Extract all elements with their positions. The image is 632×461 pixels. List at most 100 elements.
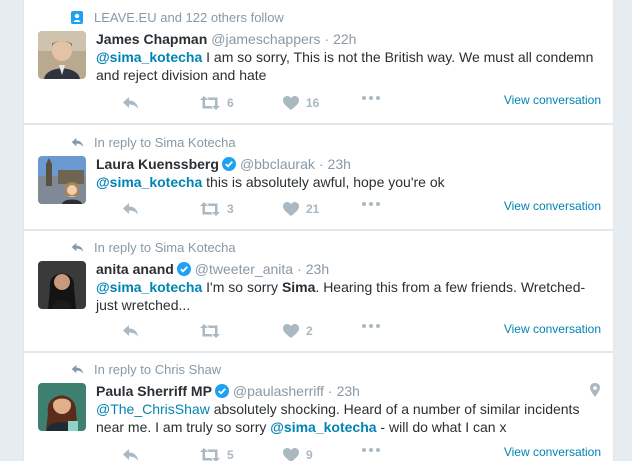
tweet-context-text: In reply to Sima Kotecha <box>94 240 236 255</box>
like-button[interactable]: 16 <box>283 96 319 110</box>
view-conversation-link[interactable]: View conversation <box>504 322 601 336</box>
tweet-timestamp[interactable]: 23h <box>328 156 351 172</box>
mention-link[interactable]: @sima_kotecha <box>96 174 202 190</box>
reply-icon <box>123 97 138 109</box>
verified-badge-icon <box>214 384 229 398</box>
reply-icon <box>123 449 138 461</box>
more-dots-icon <box>362 324 380 328</box>
separator-dot: · <box>327 383 333 399</box>
tweet-timestamp[interactable]: 23h <box>337 383 360 399</box>
more-dots-icon <box>362 448 380 452</box>
retweet-button[interactable] <box>200 324 227 338</box>
avatar[interactable] <box>38 261 86 309</box>
tweet-header: Paula Sherriff MP @paulasherriff · 23h <box>96 383 360 399</box>
tweet-text: @sima_kotecha I am so sorry, This is not… <box>96 48 606 84</box>
separator-dot: · <box>318 156 324 172</box>
more-button[interactable] <box>362 448 380 452</box>
heart-icon <box>283 448 299 461</box>
tweet-context-text: In reply to Sima Kotecha <box>94 135 236 150</box>
person-icon <box>70 11 84 25</box>
retweet-icon <box>200 324 220 338</box>
tweet-text-body: I'm so sorry <box>202 279 282 295</box>
author-handle[interactable]: @jameschappers <box>211 31 320 47</box>
reply-button[interactable] <box>122 324 139 338</box>
tweet-context: In reply to Sima Kotecha <box>71 135 236 150</box>
author-name[interactable]: anita anand <box>96 261 174 277</box>
view-conversation-link[interactable]: View conversation <box>504 199 601 213</box>
tweet-text: @sima_kotecha this is absolutely awful, … <box>96 173 606 191</box>
heart-icon <box>283 324 299 338</box>
tweet-actions: 2 <box>96 324 546 342</box>
view-conversation-link[interactable]: View conversation <box>504 445 601 459</box>
author-name[interactable]: Paula Sherriff MP <box>96 383 212 399</box>
tweet-context: In reply to Chris Shaw <box>71 362 222 377</box>
mention-link[interactable]: @sima_kotecha <box>270 419 376 435</box>
tweet-timestamp[interactable]: 22h <box>333 31 356 47</box>
retweet-count: 3 <box>227 202 234 216</box>
avatar[interactable] <box>38 156 86 204</box>
tweet-context: LEAVE.EU and 122 others follow <box>71 10 284 25</box>
like-count: 2 <box>306 324 313 338</box>
author-handle[interactable]: @paulasherriff <box>233 383 324 399</box>
retweet-button[interactable]: 5 <box>200 448 234 461</box>
author-name[interactable]: Laura Kuenssberg <box>96 156 219 172</box>
tweet-context-text: LEAVE.EU and 122 others follow <box>94 10 284 25</box>
tweet-stream: LEAVE.EU and 122 others follow James Cha… <box>0 0 632 461</box>
reply-arrow-icon <box>70 136 84 150</box>
heart-icon <box>283 202 299 216</box>
verified-badge-icon <box>221 157 236 171</box>
reply-button[interactable] <box>122 448 139 461</box>
reply-icon <box>123 203 138 215</box>
tweet-header: anita anand @tweeter_anita · 23h <box>96 261 329 277</box>
more-button[interactable] <box>362 96 380 100</box>
more-button[interactable] <box>362 324 380 328</box>
author-name[interactable]: James Chapman <box>96 31 207 47</box>
tweet-text-body: this is absolutely awful, hope you're ok <box>202 174 445 190</box>
retweet-icon <box>200 448 220 461</box>
like-button[interactable]: 21 <box>283 202 319 216</box>
tweet-context-text: In reply to Chris Shaw <box>94 362 222 377</box>
reply-arrow-icon <box>70 363 84 377</box>
like-button[interactable]: 2 <box>283 324 313 338</box>
tweet-actions: 3 21 <box>96 202 546 220</box>
location-pin-icon[interactable] <box>589 383 601 397</box>
retweet-icon <box>200 96 220 110</box>
like-count: 9 <box>306 448 313 461</box>
more-dots-icon <box>362 96 380 100</box>
mention-link[interactable]: @sima_kotecha <box>96 279 202 295</box>
tweet-card[interactable]: LEAVE.EU and 122 others follow James Cha… <box>23 0 614 124</box>
mention-link[interactable]: @sima_kotecha <box>96 49 202 65</box>
mention-link[interactable]: @The_ChrisShaw <box>96 401 210 417</box>
reply-button[interactable] <box>122 96 139 110</box>
tweet-card[interactable]: In reply to Sima Kotecha anita anand @tw… <box>23 230 614 352</box>
like-count: 21 <box>306 202 320 216</box>
author-handle[interactable]: @bbclaurak <box>240 156 315 172</box>
highlighted-name: Sima <box>281 279 316 295</box>
tweet-header: Laura Kuenssberg @bbclaurak · 23h <box>96 156 351 172</box>
avatar[interactable] <box>38 31 86 79</box>
view-conversation-link[interactable]: View conversation <box>504 93 601 107</box>
like-count: 16 <box>306 96 320 110</box>
reply-icon <box>123 325 138 337</box>
tweet-actions: 6 16 <box>96 96 546 114</box>
separator-dot: · <box>324 31 330 47</box>
tweet-text: @sima_kotecha I'm so sorry Sima. Hearing… <box>96 278 606 314</box>
tweet-card[interactable]: In reply to Chris Shaw Paula Sherriff MP… <box>23 352 614 461</box>
retweet-button[interactable]: 6 <box>200 96 234 110</box>
verified-badge-icon <box>176 262 191 276</box>
tweet-header: James Chapman @jameschappers · 22h <box>96 31 356 47</box>
tweet-timestamp[interactable]: 23h <box>306 261 329 277</box>
retweet-count: 6 <box>227 96 234 110</box>
tweet-actions: 5 9 <box>96 448 546 461</box>
retweet-button[interactable]: 3 <box>200 202 234 216</box>
reply-button[interactable] <box>122 202 139 216</box>
reply-arrow-icon <box>70 241 84 255</box>
author-handle[interactable]: @tweeter_anita <box>195 261 293 277</box>
like-button[interactable]: 9 <box>283 448 313 461</box>
more-button[interactable] <box>362 202 380 206</box>
heart-icon <box>283 96 299 110</box>
avatar[interactable] <box>38 383 86 431</box>
tweet-text: @The_ChrisShaw absolutely shocking. Hear… <box>96 400 606 436</box>
tweet-card[interactable]: In reply to Sima Kotecha Laura Kuenssber… <box>23 124 614 230</box>
tweet-text-body: - will do what I can x <box>376 419 507 435</box>
